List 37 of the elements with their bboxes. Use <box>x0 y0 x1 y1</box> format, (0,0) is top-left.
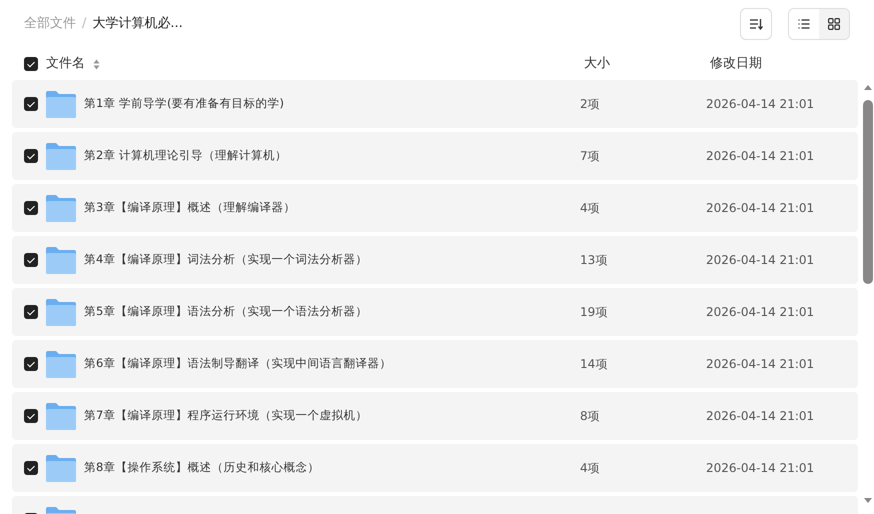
file-row[interactable]: 第2章 计算机理论引导（理解计算机） 7项 2026-04-14 21:01 <box>12 132 858 180</box>
item-count: 4项 <box>580 461 600 475</box>
item-count: 19项 <box>580 305 608 319</box>
column-header: 大小 <box>584 56 610 72</box>
file-row[interactable]: 第1章 学前导学(要有准备有目标的学) 2项 2026-04-14 21:01 <box>12 80 858 128</box>
modified-date: 2026-04-14 21:01 <box>706 357 814 371</box>
breadcrumb-separator: / <box>82 15 86 34</box>
folder-name: 第8章【操作系统】概述（历史和核心概念） <box>84 459 320 476</box>
folder-name: 第1章 学前导学(要有准备有目标的学) <box>84 95 284 112</box>
modified-date: 2026-04-14 21:01 <box>706 201 814 215</box>
modified-date: 2026-04-14 21:01 <box>706 97 814 111</box>
modified-date: 2026-04-14 21:01 <box>706 409 814 423</box>
item-count: 7项 <box>580 149 600 163</box>
file-row[interactable]: 第5章【编译原理】语法分析（实现一个语法分析器） 19项 2026-04-14 21:01 <box>12 288 858 336</box>
file-row[interactable]: 第4章【编译原理】词法分析（实现一个词法分析器） 13项 2026-04-14 21:01 <box>12 236 858 284</box>
folder-name: 第7章【编译原理】程序运行环境（实现一个虚拟机） <box>84 407 368 424</box>
column-header[interactable]: 文件名 <box>46 54 85 74</box>
item-count: 14项 <box>580 357 608 371</box>
modified-date: 2026-04-14 21:01 <box>706 305 814 319</box>
file-row[interactable]: 第3章【编译原理】概述（理解编译器） 4项 2026-04-14 21:01 <box>12 184 858 232</box>
modified-date: 2026-04-14 21:01 <box>706 253 814 267</box>
item-count: 8项 <box>580 409 600 423</box>
column-header: 修改日期 <box>710 56 762 72</box>
file-row[interactable]: 第6章【编译原理】语法制导翻译（实现中间语言翻译器） 14项 2026-04-14 21:01 <box>12 340 858 388</box>
folder-name: 第4章【编译原理】词法分析（实现一个词法分析器） <box>84 251 368 268</box>
modified-date: 2026-04-14 21:01 <box>706 149 814 163</box>
item-count: 4项 <box>580 201 600 215</box>
modified-date: 2026-04-14 21:01 <box>706 461 814 475</box>
breadcrumb-current: 大学计算机必... <box>92 15 183 34</box>
item-count: 13项 <box>580 253 608 267</box>
folder-name: 第6章【编译原理】语法制导翻译（实现中间语言翻译器） <box>84 355 392 372</box>
folder-name: 第3章【编译原理】概述（理解编译器） <box>84 199 296 216</box>
file-row[interactable]: 第8章【操作系统】概述（历史和核心概念） 4项 2026-04-14 21:01 <box>12 444 858 492</box>
file-row[interactable]: 第7章【编译原理】程序运行环境（实现一个虚拟机） 8项 2026-04-14 21:01 <box>12 392 858 440</box>
folder-name: 第5章【编译原理】语法分析（实现一个语法分析器） <box>84 303 368 320</box>
item-count: 2项 <box>580 97 600 111</box>
folder-name: 第2章 计算机理论引导（理解计算机） <box>84 147 287 164</box>
